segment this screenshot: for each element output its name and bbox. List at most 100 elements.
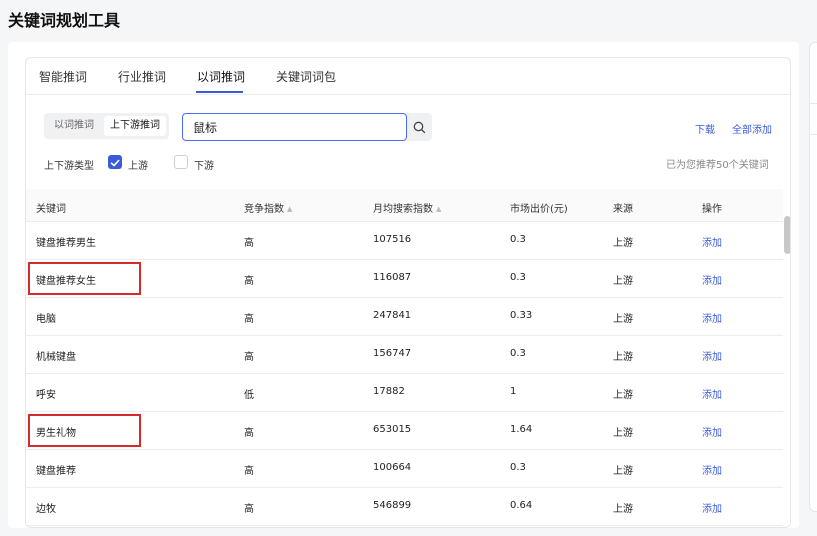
cell-source: 上游: [613, 390, 633, 401]
table-row: 机械键盘 高 156747 0.3 上游 添加: [26, 336, 783, 374]
table-row: 电脑 高 247841 0.33 上游 添加: [26, 298, 783, 336]
table-row: 键盘推荐 高 100664 0.3 上游 添加: [26, 450, 783, 488]
highlight-box: [28, 262, 141, 295]
cell-keyword: 电脑: [36, 314, 56, 325]
table-row: 男生礼物高 653015 1.64 上游 添加: [26, 412, 783, 450]
cell-monthly-search: 107516: [373, 234, 412, 245]
sort-icon: ▲: [287, 205, 293, 213]
header-keyword: 关键词: [36, 200, 66, 215]
cell-market-bid: 0.33: [510, 310, 533, 321]
cell-competition: 高: [244, 352, 254, 363]
cell-source: 上游: [613, 504, 633, 515]
header-label: 市场出价(元): [510, 204, 568, 215]
cell-source: 上游: [613, 466, 633, 477]
cell-monthly-search: 653015: [373, 424, 412, 435]
cell-keyword: 机械键盘: [36, 352, 76, 363]
cell-competition: 高: [244, 466, 254, 477]
page-title: 关键词规划工具: [8, 11, 121, 30]
sort-icon: ▲: [436, 205, 442, 213]
add-button[interactable]: 添加: [702, 272, 722, 287]
cell-market-bid: 1: [510, 386, 517, 397]
add-button[interactable]: 添加: [702, 500, 722, 515]
table-scrollbar[interactable]: [783, 189, 790, 527]
tab-word-recommend[interactable]: 以词推词: [197, 68, 245, 85]
cell-source: 上游: [613, 314, 633, 325]
header-label: 来源: [613, 204, 633, 215]
cell-keyword: 键盘推荐男生: [36, 238, 96, 249]
side-divider: [809, 103, 817, 104]
table-row: 键盘推荐男生 高 107516 0.3 上游 添加: [26, 222, 783, 260]
search-input[interactable]: [182, 113, 407, 141]
mode-segment: 以词推词 上下游推词: [44, 113, 169, 139]
segment-word-recommend[interactable]: 以词推词: [48, 116, 100, 136]
cell-monthly-search: 116087: [373, 272, 412, 283]
main-card: 智能推词 行业推词 以词推词 关键词词包 以词推词 上下游推词 下载 全部添加 …: [8, 42, 799, 528]
upstream-label: 上游: [128, 161, 148, 172]
header-action: 操作: [702, 200, 722, 215]
add-button[interactable]: 添加: [702, 348, 722, 363]
header-source: 来源: [613, 200, 633, 215]
header-market-bid: 市场出价(元): [510, 200, 568, 215]
cell-keyword: 键盘推荐: [36, 466, 76, 477]
cell-competition: 高: [244, 428, 254, 439]
segment-updown-recommend[interactable]: 上下游推词: [104, 116, 166, 136]
cell-competition: 高: [244, 238, 254, 249]
cell-monthly-search: 247841: [373, 310, 412, 321]
cell-source: 上游: [613, 428, 633, 439]
downstream-checkbox[interactable]: [174, 155, 188, 169]
highlight-box: [28, 414, 141, 447]
cell-competition: 高: [244, 276, 254, 287]
keyword-panel: 智能推词 行业推词 以词推词 关键词词包 以词推词 上下游推词 下载 全部添加 …: [25, 57, 791, 528]
cell-source: 上游: [613, 276, 633, 287]
cell-monthly-search: 17882: [373, 386, 405, 397]
add-button[interactable]: 添加: [702, 234, 722, 249]
cell-competition: 高: [244, 314, 254, 325]
add-button[interactable]: 添加: [702, 386, 722, 401]
scrollbar-thumb[interactable]: [784, 216, 790, 254]
header-label: 关键词: [36, 204, 66, 215]
cell-market-bid: 0.3: [510, 348, 526, 359]
upstream-checkbox[interactable]: [108, 155, 122, 169]
header-monthly-search[interactable]: 月均搜索指数 ▲: [373, 200, 441, 215]
cell-source: 上游: [613, 238, 633, 249]
cell-monthly-search: 100664: [373, 462, 412, 473]
tab-bar: 智能推词 行业推词 以词推词 关键词词包: [26, 58, 790, 95]
table-row: 边牧 高 546899 0.64 上游 添加: [26, 488, 783, 526]
table-row: 呼安 低 17882 1 上游 添加: [26, 374, 783, 412]
search-button[interactable]: [407, 113, 432, 141]
cell-market-bid: 0.3: [510, 462, 526, 473]
side-panel: [809, 42, 817, 512]
tab-industry-recommend[interactable]: 行业推词: [118, 68, 166, 85]
cell-monthly-search: 156747: [373, 348, 412, 359]
add-button[interactable]: 添加: [702, 310, 722, 325]
check-icon: [110, 159, 120, 167]
cell-market-bid: 1.64: [510, 424, 533, 435]
table-header: 关键词 竞争指数 ▲ 月均搜索指数 ▲ 市场出价(元) 来源 操作: [26, 189, 783, 222]
add-all-link[interactable]: 全部添加: [732, 121, 772, 136]
active-tab-indicator: [196, 91, 243, 93]
download-link[interactable]: 下载: [695, 121, 715, 136]
recommend-count: 已为您推荐50个关键词: [666, 160, 769, 171]
cell-market-bid: 0.3: [510, 234, 526, 245]
cell-keyword: 边牧: [36, 504, 56, 515]
cell-market-bid: 0.3: [510, 272, 526, 283]
tab-smart-recommend[interactable]: 智能推词: [39, 68, 87, 85]
downstream-label: 下游: [194, 161, 214, 172]
tab-keyword-package[interactable]: 关键词词包: [276, 68, 336, 85]
add-button[interactable]: 添加: [702, 462, 722, 477]
cell-competition: 低: [244, 390, 254, 401]
cell-keyword: 呼安: [36, 390, 56, 401]
header-label: 月均搜索指数: [373, 204, 433, 215]
add-button[interactable]: 添加: [702, 424, 722, 439]
search-icon: [413, 121, 426, 133]
side-divider: [809, 134, 817, 135]
cell-competition: 高: [244, 504, 254, 515]
cell-source: 上游: [613, 352, 633, 363]
table-row: 键盘推荐女生高 116087 0.3 上游 添加: [26, 260, 783, 298]
updown-type-label: 上下游类型: [44, 161, 94, 172]
header-label: 竞争指数: [244, 204, 284, 215]
cell-market-bid: 0.64: [510, 500, 533, 511]
header-label: 操作: [702, 204, 722, 215]
cell-monthly-search: 546899: [373, 500, 412, 511]
header-competition[interactable]: 竞争指数 ▲: [244, 200, 292, 215]
